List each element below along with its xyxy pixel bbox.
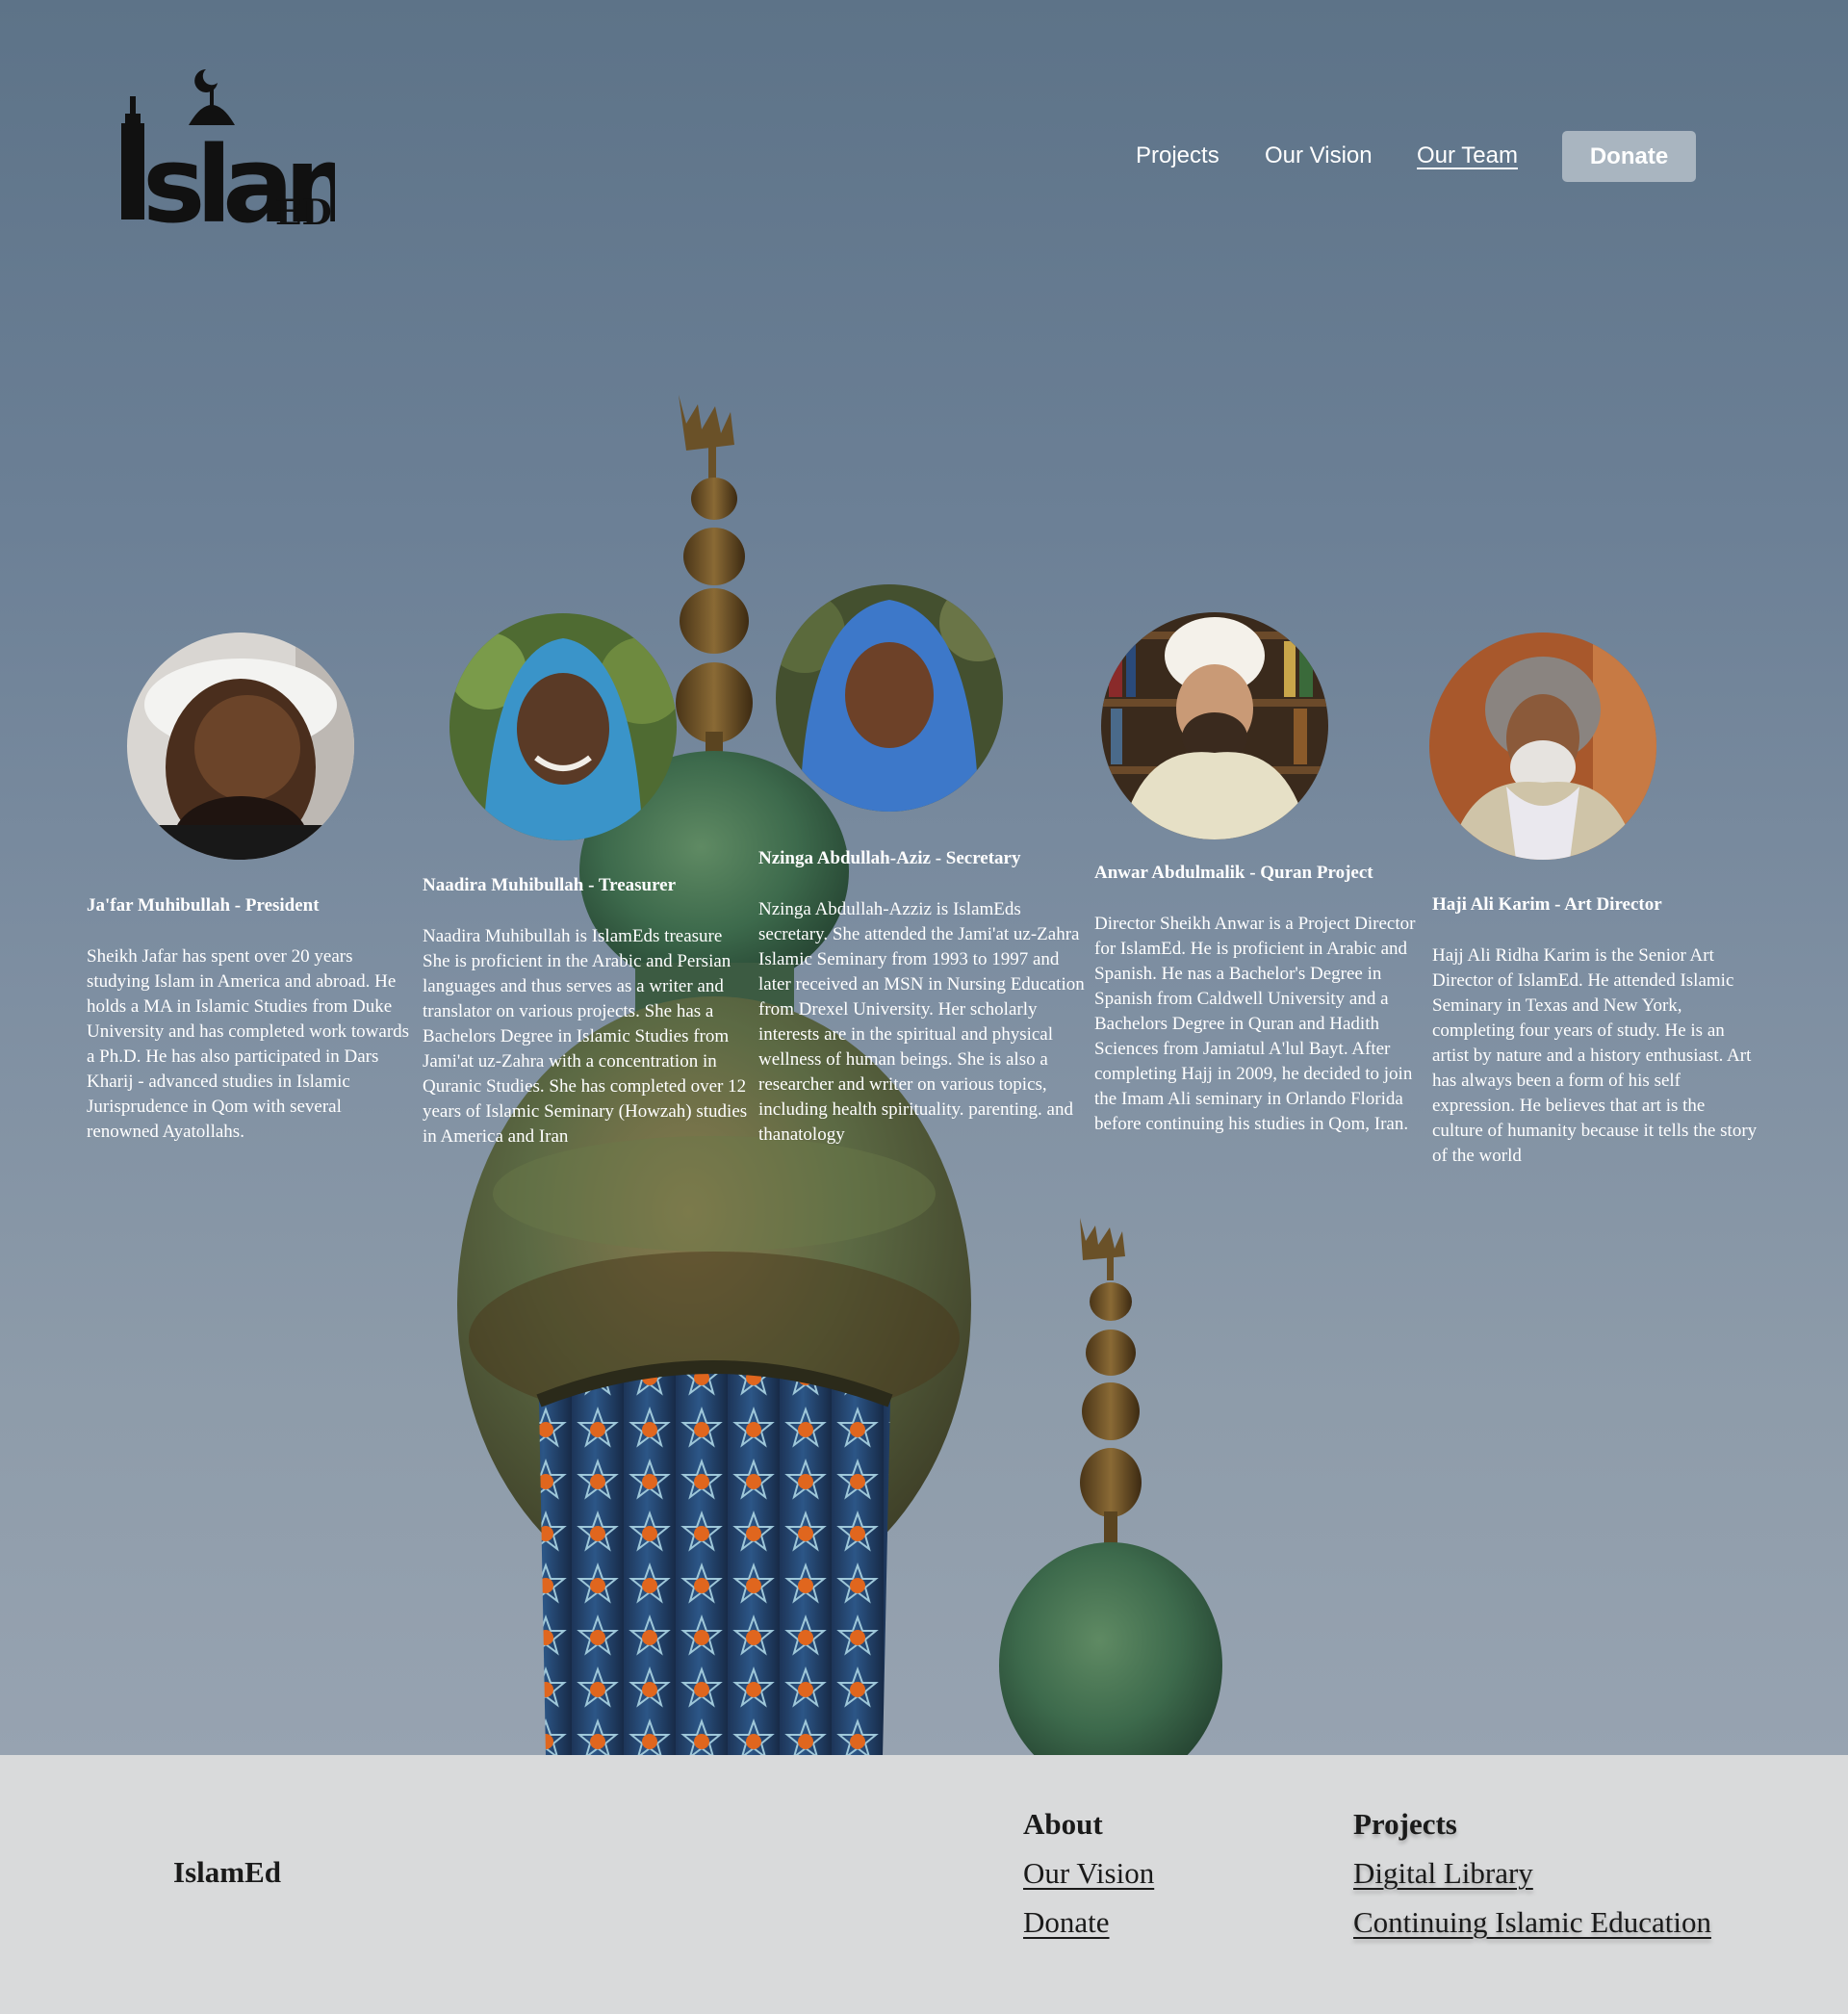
nav-projects-link[interactable]: Projects (1136, 142, 1219, 169)
team-photo-anwar (1101, 612, 1328, 839)
team-photo-nzinga (776, 584, 1003, 812)
team-member-name: Nzinga Abdullah-Aziz - Secretary (758, 848, 1021, 868)
team-member-bio: Sheikh Jafar has spent over 20 years stu… (87, 946, 410, 1142)
nav-our-team-link[interactable]: Our Team (1417, 142, 1518, 169)
team-member-name: Anwar Abdulmalik - Quran Project (1094, 863, 1373, 883)
team-member-bio: Director Sheikh Anwar is a Project Direc… (1094, 914, 1416, 1134)
footer-donate-link[interactable]: Donate (1023, 1905, 1110, 1940)
team-member-bio: Nzinga Abdullah-Azziz is IslamEds secret… (758, 899, 1085, 1145)
site-footer: IslamEd About Our Vision Donate Projects… (0, 1755, 1848, 2014)
team-photo-naadira (449, 613, 677, 840)
minaret-background-image (457, 395, 1222, 1755)
svg-text:ED: ED (275, 193, 332, 231)
team-member-bio: Naadira Muhibullah is IslamEds treasure … (423, 926, 748, 1147)
team-photo-jafar (127, 633, 354, 860)
footer-digital-library-link[interactable]: Digital Library (1353, 1856, 1533, 1891)
footer-about-heading: About (1023, 1807, 1103, 1841)
team-member-name: Ja'far Muhibullah - President (87, 895, 320, 916)
team-member-name: Haji Ali Karim - Art Director (1432, 894, 1662, 915)
donate-button[interactable]: Donate (1562, 131, 1696, 182)
footer-our-vision-link[interactable]: Our Vision (1023, 1856, 1154, 1891)
footer-projects-heading: Projects (1353, 1807, 1457, 1841)
main-nav: Projects Our Vision Our Team Donate (0, 131, 1848, 183)
nav-our-vision-link[interactable]: Our Vision (1265, 142, 1373, 169)
team-member-bio: Hajj Ali Ridha Karim is the Senior Art D… (1432, 945, 1758, 1166)
team-photo-haji-ali (1429, 633, 1656, 860)
hero-section: slam ED Projects Our Vision Our Team Don… (0, 0, 1848, 1755)
footer-continuing-education-link[interactable]: Continuing Islamic Education (1353, 1905, 1711, 1940)
team-member-name: Naadira Muhibullah - Treasurer (423, 875, 677, 895)
footer-brand: IslamEd (173, 1855, 281, 1889)
